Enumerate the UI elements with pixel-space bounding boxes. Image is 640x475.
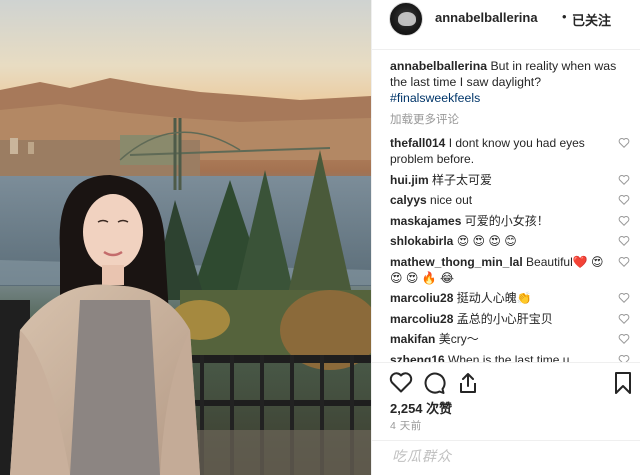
comment-username[interactable]: makifan xyxy=(390,332,435,346)
comment-username[interactable]: calyys xyxy=(390,193,427,207)
comment-item: mathew_thong_min_lal Beautiful❤️ 😍 😍 😍 🔥… xyxy=(390,254,630,286)
comment-username[interactable]: marcoliu28 xyxy=(390,312,453,326)
load-more-comments-link[interactable]: 加载更多评论 xyxy=(390,113,630,127)
comment-text: 样子太可爱 xyxy=(432,172,493,187)
comment-icon[interactable] xyxy=(422,371,446,395)
comment-username[interactable]: hui.jim xyxy=(390,173,429,187)
comment-username[interactable]: shlokabirla xyxy=(390,234,453,248)
post-timestamp[interactable]: 4 天前 xyxy=(390,418,422,433)
heart-icon[interactable] xyxy=(618,137,630,148)
comment-item: shlokabirla 😍 😍 😍 😊 xyxy=(390,233,630,249)
comment-text: 挺动人心魄👏 xyxy=(456,291,532,305)
bookmark-icon[interactable] xyxy=(613,371,633,395)
comments-list[interactable]: annabelballerina But in reality when was… xyxy=(390,58,630,362)
comment-username[interactable]: szheng16 xyxy=(390,353,445,363)
comment-item: thefall014 I dont know you had eyes prob… xyxy=(390,135,630,167)
post-photo[interactable] xyxy=(0,0,371,475)
post-header: annabelballerina • 已关注 xyxy=(372,0,640,50)
heart-icon[interactable] xyxy=(618,313,630,324)
divider xyxy=(372,440,640,441)
caption-username[interactable]: annabelballerina xyxy=(390,59,487,73)
comment-item: calyys nice out xyxy=(390,192,630,208)
share-icon[interactable] xyxy=(456,371,480,395)
heart-icon[interactable] xyxy=(618,333,630,344)
comment-item: hui.jim 样子太可爱 xyxy=(390,172,630,188)
comment-username[interactable]: mathew_thong_min_lal xyxy=(390,255,523,269)
caption-hashtag[interactable]: #finalsweekfeels xyxy=(390,90,630,106)
follow-status-button[interactable]: 已关注 xyxy=(572,10,611,29)
heart-icon[interactable] xyxy=(389,371,413,393)
comment-item: marcoliu28 挺动人心魄👏 xyxy=(390,290,630,306)
comment-username[interactable]: marcoliu28 xyxy=(390,291,453,305)
comment-item: marcoliu28 孟总的小心肝宝贝 xyxy=(390,311,630,327)
comment-text: 可爱的小女孩！ xyxy=(464,213,549,228)
heart-icon[interactable] xyxy=(618,174,630,185)
post-username[interactable]: annabelballerina xyxy=(435,10,538,25)
photo-scene xyxy=(0,0,371,475)
heart-icon[interactable] xyxy=(618,235,630,246)
watermark: 吃瓜群众 xyxy=(392,448,452,464)
heart-icon[interactable] xyxy=(618,194,630,205)
separator-dot: • xyxy=(562,9,567,24)
heart-icon[interactable] xyxy=(618,292,630,303)
heart-icon[interactable] xyxy=(618,215,630,226)
likes-count[interactable]: 2,254 次赞 xyxy=(390,398,452,417)
post-caption: annabelballerina But in reality when was… xyxy=(390,58,630,90)
heart-icon[interactable] xyxy=(618,354,630,363)
comment-text: nice out xyxy=(430,193,473,207)
comment-item: makifan 美cry～ xyxy=(390,331,630,347)
avatar[interactable] xyxy=(389,2,423,36)
comment-text: 孟总的小心肝宝贝 xyxy=(456,311,553,326)
post-details-panel: annabelballerina • 已关注 annabelballerina … xyxy=(371,0,640,475)
comment-item: szheng16 When is the last time u remembe… xyxy=(390,352,630,363)
comment-text: 美cry～ xyxy=(438,332,479,346)
post-actions-bar xyxy=(372,362,640,402)
comment-item: maskajames 可爱的小女孩！ xyxy=(390,213,630,229)
heart-icon[interactable] xyxy=(618,256,630,267)
comment-username[interactable]: maskajames xyxy=(390,214,461,228)
comment-text: 😍 😍 😍 😊 xyxy=(456,234,517,248)
comment-username[interactable]: thefall014 xyxy=(390,136,445,150)
